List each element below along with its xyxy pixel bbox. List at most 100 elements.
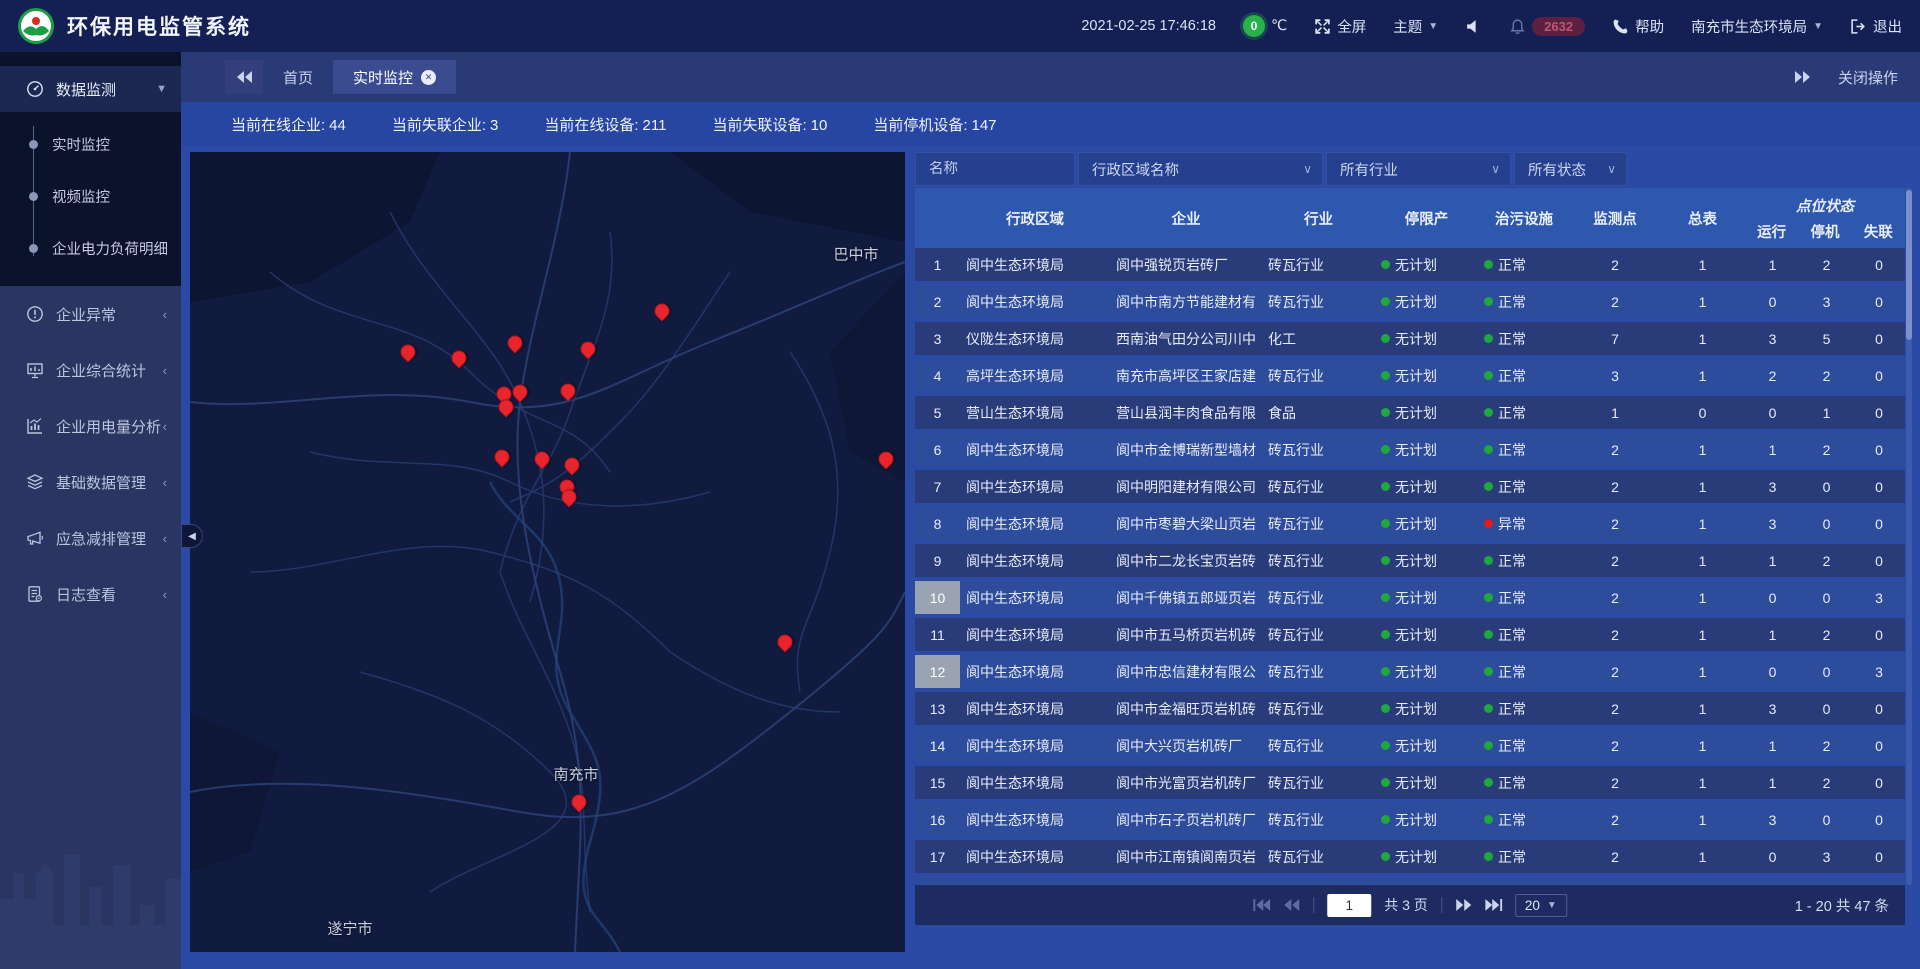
- pagination-bar: 共 3 页 20 ▼ 1 - 20 共 47 条: [915, 885, 1905, 925]
- sidebar-item-realtime-monitor[interactable]: 实时监控: [0, 118, 181, 170]
- cell-lost-count: 0: [1853, 285, 1905, 318]
- cell-industry: 砖瓦行业: [1262, 803, 1375, 836]
- cell-monitor-points: 2: [1570, 470, 1660, 503]
- double-right-arrow-icon[interactable]: [1793, 70, 1812, 84]
- first-page-button[interactable]: [1253, 898, 1270, 912]
- sidebar-item-label: 企业综合统计: [56, 360, 146, 381]
- chevron-left-icon: ‹: [163, 363, 167, 378]
- cell-facility-status: 正常: [1478, 692, 1570, 725]
- sidebar-item-power-load-detail[interactable]: 企业电力负荷明细: [0, 222, 181, 274]
- sidebar-item-company-statistics[interactable]: 企业综合统计 ‹: [0, 342, 181, 398]
- cell-halt-count: 3: [1800, 840, 1853, 873]
- total-pages-label: 共 3 页: [1384, 895, 1428, 915]
- status-dot: [1484, 297, 1493, 306]
- cell-seq: 2: [915, 285, 960, 318]
- table-row[interactable]: 2阆中生态环境局阆中市南方节能建材有砖瓦行业无计划正常21030: [915, 285, 1905, 318]
- cell-monitor-points: 1: [1570, 396, 1660, 429]
- table-row[interactable]: 9阆中生态环境局阆中市二龙长宝页岩砖砖瓦行业无计划正常21120: [915, 544, 1905, 577]
- tab-label: 实时监控: [353, 67, 413, 88]
- sidebar-item-base-data[interactable]: 基础数据管理‹: [0, 454, 181, 510]
- cell-run-count: 0: [1745, 581, 1800, 614]
- cell-halt-count: 0: [1800, 507, 1853, 540]
- cell-seq: 16: [915, 803, 960, 836]
- cell-company: 阆中市金福旺页岩机砖: [1110, 692, 1262, 725]
- sidebar-item-emergency-reduction[interactable]: 应急减排管理‹: [0, 510, 181, 566]
- cell-region: 阆中生态环境局: [960, 544, 1110, 577]
- cell-stop-status: 无计划: [1375, 729, 1478, 762]
- sidebar-item-log-view[interactable]: 日志查看‹: [0, 566, 181, 622]
- cell-stop-status: 无计划: [1375, 248, 1478, 281]
- cell-lost-count: 0: [1853, 618, 1905, 651]
- prev-page-button[interactable]: [1283, 898, 1300, 912]
- name-filter[interactable]: [915, 152, 1075, 186]
- cell-industry: 食品: [1262, 396, 1375, 429]
- gauge-icon: [26, 80, 44, 98]
- cell-stop-status: 无计划: [1375, 618, 1478, 651]
- theme-dropdown[interactable]: 主题 ▼: [1393, 16, 1438, 37]
- fullscreen-icon: [1314, 18, 1331, 35]
- filter-bar: 行政区域名称 ∨ 所有行业 ∨ 所有状态 ∨: [915, 152, 1905, 186]
- table-row[interactable]: 12阆中生态环境局阆中市忠信建材有限公砖瓦行业无计划正常21003: [915, 655, 1905, 688]
- table-scrollbar[interactable]: [1906, 188, 1912, 885]
- cell-monitor-points: 2: [1570, 655, 1660, 688]
- monitor-panel: 行政区域名称 ∨ 所有行业 ∨ 所有状态 ∨ 行政区域: [915, 152, 1905, 925]
- table-row[interactable]: 16阆中生态环境局阆中市石子页岩机砖厂砖瓦行业无计划正常21300: [915, 803, 1905, 836]
- tab-close-icon[interactable]: ✕: [421, 70, 436, 85]
- sidebar-item-video-monitor[interactable]: 视频监控: [0, 170, 181, 222]
- table-row[interactable]: 18南部生态环境局南部县科华水泥有限公建材行业无计划正常21120: [915, 877, 1905, 885]
- tab-realtime-monitor[interactable]: 实时监控 ✕: [333, 60, 456, 94]
- table-row[interactable]: 11阆中生态环境局阆中市五马桥页岩机砖砖瓦行业无计划正常21120: [915, 618, 1905, 651]
- table-row[interactable]: 8阆中生态环境局阆中市枣碧大梁山页岩砖瓦行业无计划异常21300: [915, 507, 1905, 540]
- org-dropdown[interactable]: 南充市生态环境局 ▼: [1691, 16, 1823, 37]
- cell-seq: 5: [915, 396, 960, 429]
- tabs-scroll-left-button[interactable]: [225, 60, 263, 94]
- col-region: 行政区域: [960, 188, 1110, 248]
- sidebar-group-data-monitor[interactable]: 数据监测 ▼: [0, 66, 181, 112]
- next-page-button[interactable]: [1455, 898, 1472, 912]
- notifications[interactable]: 2632: [1509, 17, 1585, 36]
- table-row[interactable]: 13阆中生态环境局阆中市金福旺页岩机砖砖瓦行业无计划正常21300: [915, 692, 1905, 725]
- table-row[interactable]: 10阆中生态环境局阆中千佛镇五郎垭页岩砖瓦行业无计划正常21003: [915, 581, 1905, 614]
- cell-industry: 砖瓦行业: [1262, 433, 1375, 466]
- table-row[interactable]: 7阆中生态环境局阆中明阳建材有限公司砖瓦行业无计划正常21300: [915, 470, 1905, 503]
- col-stop: 停限产: [1375, 188, 1478, 248]
- table-row[interactable]: 3仪陇生态环境局西南油气田分公司川中化工无计划正常71350: [915, 322, 1905, 355]
- table-row[interactable]: 1阆中生态环境局阆中强锐页岩砖厂砖瓦行业无计划正常21120: [915, 248, 1905, 281]
- chevron-left-icon: ‹: [163, 307, 167, 322]
- table-row[interactable]: 6阆中生态环境局阆中市金博瑞新型墙材砖瓦行业无计划正常21120: [915, 433, 1905, 466]
- logout-button[interactable]: 退出: [1850, 16, 1902, 37]
- cell-industry: 砖瓦行业: [1262, 507, 1375, 540]
- record-range-label: 1 - 20 共 47 条: [1795, 895, 1889, 916]
- industry-filter-select[interactable]: 所有行业 ∨: [1326, 152, 1511, 186]
- chevron-down-icon: ▼: [1813, 21, 1823, 32]
- app-logo-icon: [18, 8, 54, 44]
- table-row[interactable]: 15阆中生态环境局阆中市光富页岩机砖厂砖瓦行业无计划正常21120: [915, 766, 1905, 799]
- help-button[interactable]: 帮助: [1612, 16, 1664, 37]
- page-number-input[interactable]: [1327, 894, 1371, 917]
- status-filter-select[interactable]: 所有状态 ∨: [1514, 152, 1627, 186]
- mute-button[interactable]: [1465, 18, 1482, 35]
- map[interactable]: 巴中市南充市遂宁市: [190, 152, 905, 952]
- table-row[interactable]: 4高坪生态环境局南充市高坪区王家店建砖瓦行业无计划正常31220: [915, 359, 1905, 392]
- cell-facility-status: 正常: [1478, 359, 1570, 392]
- sidebar-item-company-abnormal[interactable]: 企业异常‹: [0, 286, 181, 342]
- cell-total-meters: 1: [1660, 618, 1745, 651]
- sidebar-item-power-analysis[interactable]: 企业用电量分析‹: [0, 398, 181, 454]
- map-city-label: 遂宁市: [327, 918, 372, 939]
- name-filter-input[interactable]: [929, 161, 1064, 177]
- chevron-down-icon: ▼: [1428, 21, 1438, 32]
- table-row[interactable]: 5营山生态环境局营山县润丰肉食品有限食品无计划正常10010: [915, 396, 1905, 429]
- cell-lost-count: 0: [1853, 544, 1905, 577]
- logout-label: 退出: [1873, 16, 1902, 37]
- cell-lost-count: 0: [1853, 396, 1905, 429]
- table-row[interactable]: 17阆中生态环境局阆中市江南镇阆南页岩砖瓦行业无计划正常21030: [915, 840, 1905, 873]
- last-page-button[interactable]: [1485, 898, 1502, 912]
- page-size-select[interactable]: 20 ▼: [1515, 894, 1567, 917]
- fullscreen-button[interactable]: 全屏: [1314, 16, 1366, 37]
- region-filter-select[interactable]: 行政区域名称 ∨: [1078, 152, 1323, 186]
- table-row[interactable]: 14阆中生态环境局阆中大兴页岩机砖厂砖瓦行业无计划正常21120: [915, 729, 1905, 762]
- cell-run-count: 0: [1745, 396, 1800, 429]
- tab-home[interactable]: 首页: [263, 60, 333, 94]
- close-operations-button[interactable]: 关闭操作: [1838, 67, 1898, 88]
- sidebar-item-label: 基础数据管理: [56, 472, 146, 493]
